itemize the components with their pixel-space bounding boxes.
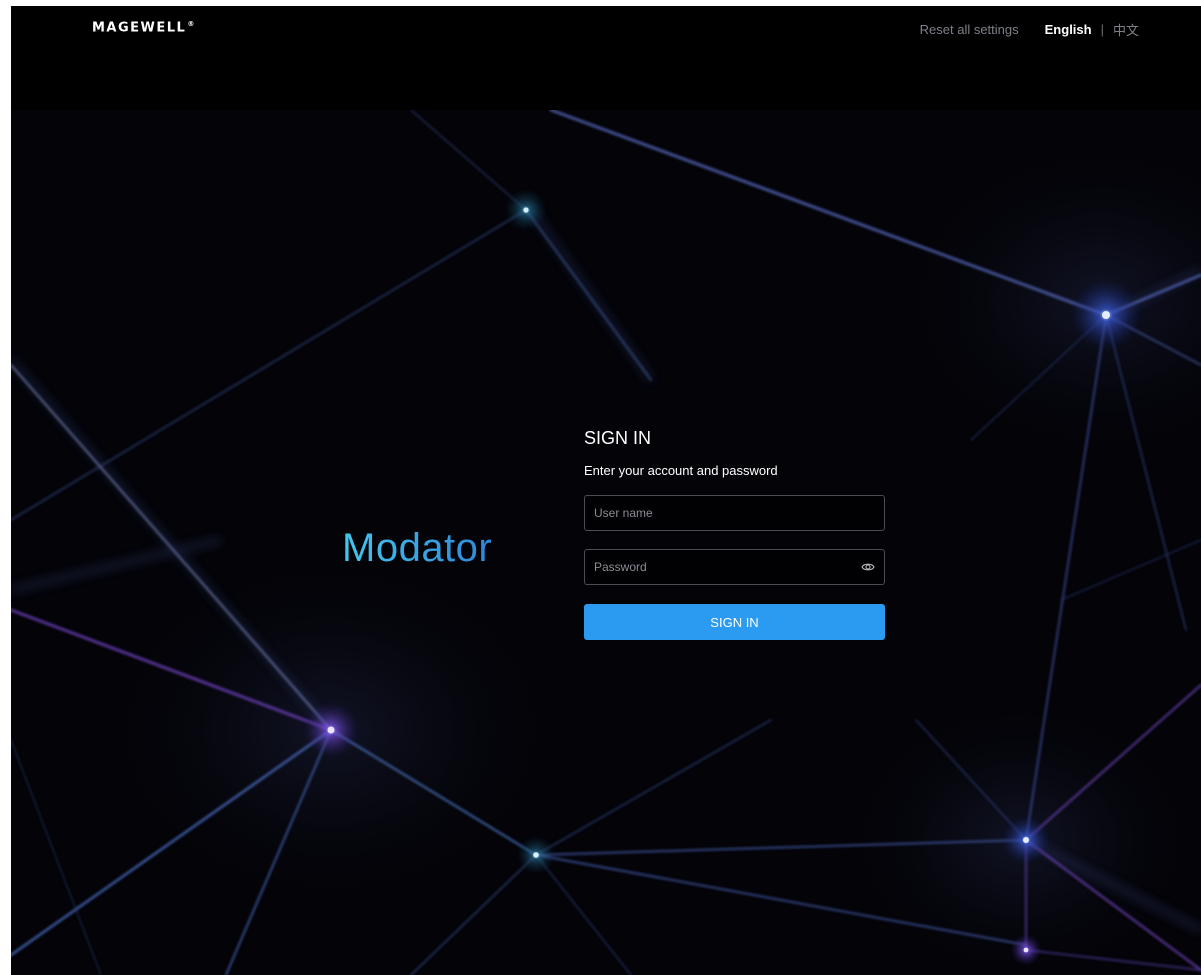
password-input[interactable] xyxy=(585,550,884,584)
language-chinese-link[interactable]: 中文 xyxy=(1113,20,1139,39)
language-english-link[interactable]: English xyxy=(1045,22,1092,37)
language-separator: | xyxy=(1100,22,1104,37)
sign-in-panel: SIGN IN Enter your account and password … xyxy=(584,428,885,640)
sign-in-title: SIGN IN xyxy=(584,428,652,448)
username-field-wrapper xyxy=(584,495,885,531)
logo-text: MAGEWELL xyxy=(92,20,187,36)
eye-icon[interactable] xyxy=(861,561,875,573)
password-field-wrapper xyxy=(584,549,885,585)
reset-all-settings-link[interactable]: Reset all settings xyxy=(920,22,1019,37)
magewell-logo[interactable]: MAGEWELL® xyxy=(92,20,194,35)
top-bar: MAGEWELL® Reset all settings English | 中… xyxy=(11,6,1201,110)
sign-in-subtitle: Enter your account and password xyxy=(584,463,778,478)
page-frame: MAGEWELL® Reset all settings English | 中… xyxy=(11,6,1201,975)
sign-in-button[interactable]: SIGN IN xyxy=(584,604,885,640)
logo-registered-mark: ® xyxy=(187,20,195,28)
username-input[interactable] xyxy=(585,496,884,530)
product-name: Modator xyxy=(342,526,493,570)
top-actions: Reset all settings English | 中文 xyxy=(920,20,1139,39)
